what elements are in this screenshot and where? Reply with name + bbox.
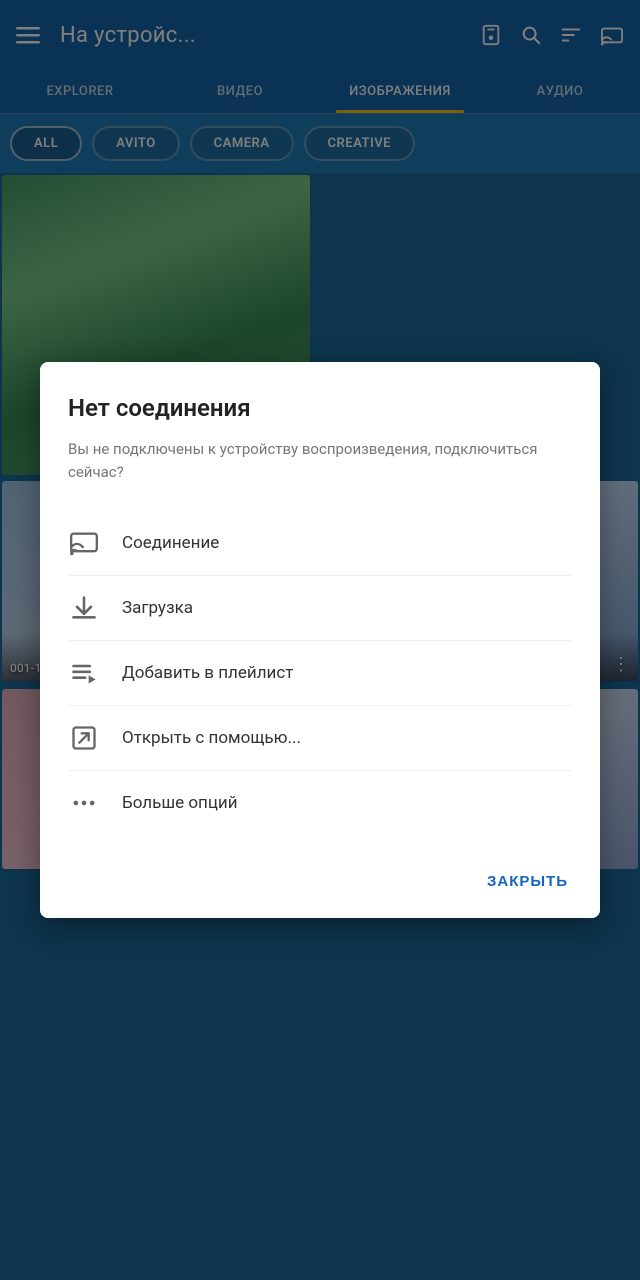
more-menu-icon — [68, 787, 100, 819]
dialog-subtitle: Вы не подключены к устройству воспроизве… — [68, 438, 572, 483]
playlist-menu-icon — [68, 657, 100, 689]
menu-item-connect[interactable]: Соединение — [68, 511, 572, 575]
dialog-title: Нет соединения — [68, 394, 572, 422]
menu-item-download[interactable]: Загрузка — [68, 576, 572, 640]
menu-item-more[interactable]: Больше опций — [68, 771, 572, 835]
close-button[interactable]: ЗАКРЫТЬ — [483, 865, 572, 898]
menu-item-open-with[interactable]: Открыть с помощью... — [68, 706, 572, 770]
cast-menu-icon — [68, 527, 100, 559]
dialog-footer: ЗАКРЫТЬ — [68, 855, 572, 898]
menu-label-playlist: Добавить в плейлист — [122, 663, 293, 683]
menu-label-more: Больше опций — [122, 793, 238, 813]
menu-label-connect: Соединение — [122, 533, 219, 553]
menu-label-download: Загрузка — [122, 598, 193, 618]
menu-label-open-with: Открыть с помощью... — [122, 728, 301, 748]
open-with-menu-icon — [68, 722, 100, 754]
no-connection-dialog: Нет соединения Вы не подключены к устрой… — [40, 362, 600, 918]
download-menu-icon — [68, 592, 100, 624]
menu-item-playlist[interactable]: Добавить в плейлист — [68, 641, 572, 705]
